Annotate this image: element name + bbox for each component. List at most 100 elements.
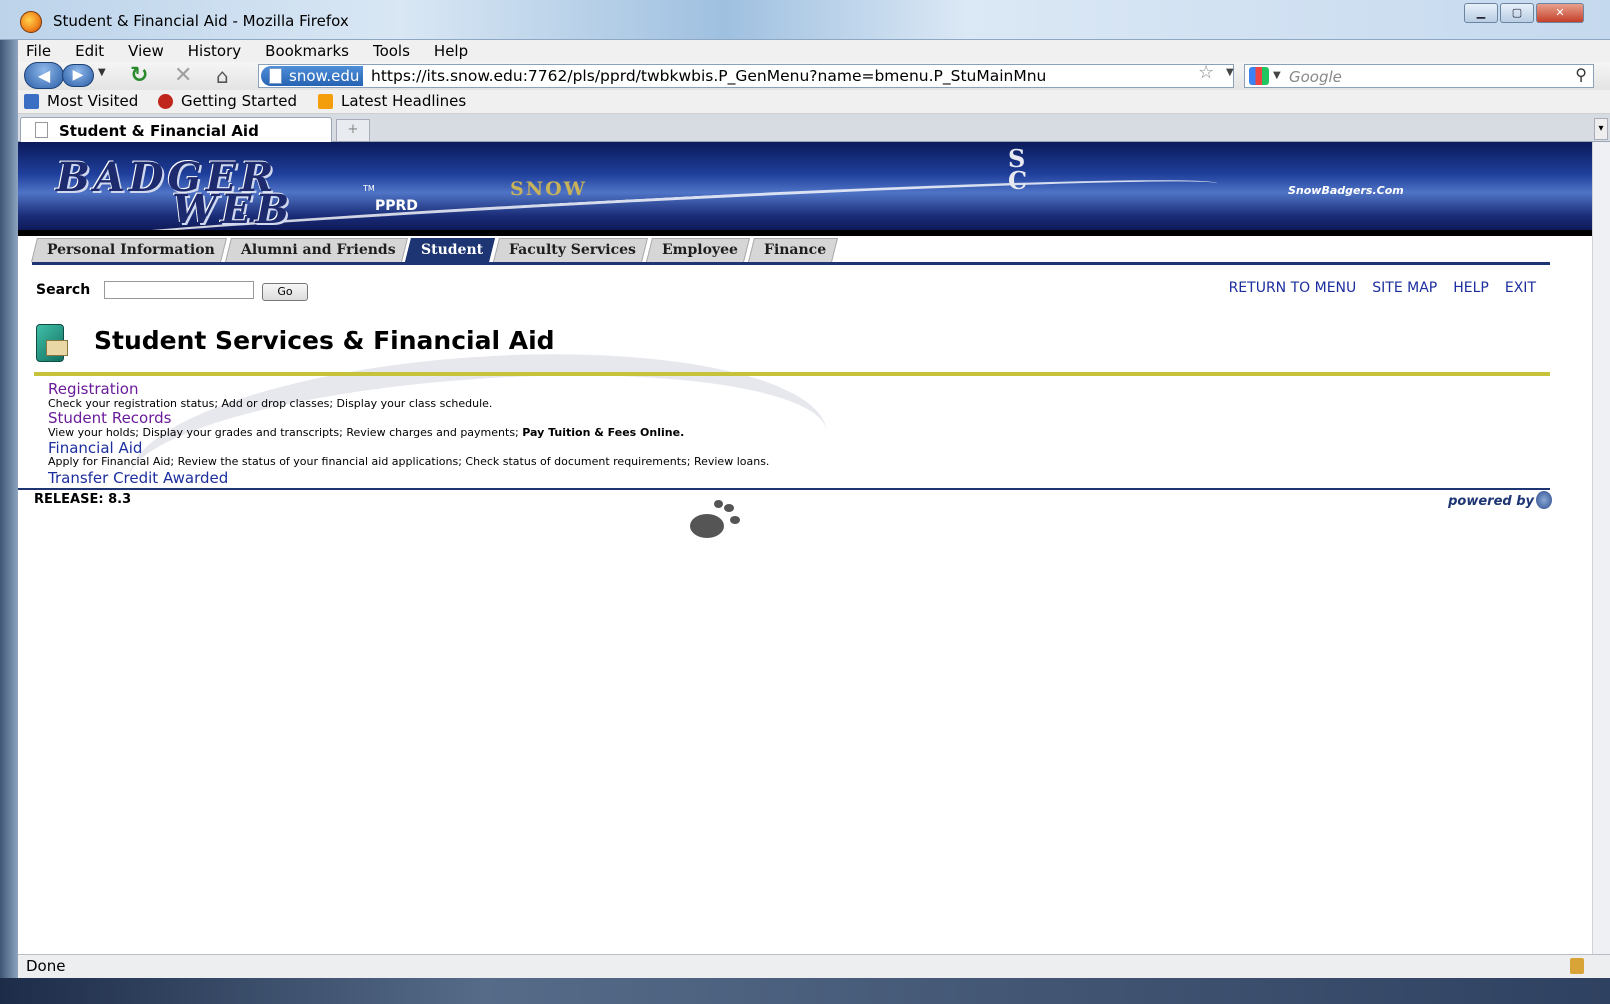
bookmark-latest-headlines[interactable]: Latest Headlines: [318, 92, 466, 110]
tab-finance[interactable]: Finance: [748, 238, 839, 262]
tab-label: Finance: [764, 242, 827, 258]
site-identity-button[interactable]: snow.edu: [261, 66, 364, 86]
bookmarks-toolbar: Most Visited Getting Started Latest Head…: [18, 90, 1610, 114]
sungard-logo-icon: [1536, 491, 1552, 509]
bookmark-label: Getting Started: [181, 92, 297, 110]
site-identity-label: snow.edu: [289, 67, 360, 85]
paw-toe: [724, 504, 734, 512]
home-icon[interactable]: ⌂: [216, 64, 229, 88]
snow-logo: SNOW: [510, 178, 587, 200]
tab-personal-information[interactable]: Personal Information: [31, 238, 227, 262]
tab-label: Employee: [662, 242, 739, 258]
window-left-edge: [0, 40, 18, 978]
engine-dropdown-icon[interactable]: ▼: [1273, 70, 1281, 81]
snowbadgers-link[interactable]: SnowBadgers.Com: [1288, 184, 1404, 197]
tab-faculty-services[interactable]: Faculty Services: [493, 238, 649, 262]
sc-logo-c: C: [1008, 166, 1028, 195]
desktop-taskbar-strip: [0, 978, 1610, 1004]
paw-toe: [714, 500, 723, 508]
tab-label: Personal Information: [47, 242, 215, 258]
status-bar: Done: [18, 954, 1610, 978]
page-title: Student Services & Financial Aid: [94, 326, 555, 355]
window-controls: ▁ ▢ ✕: [1462, 3, 1584, 23]
bookmark-getting-started[interactable]: Getting Started: [158, 92, 297, 110]
paw-print-icon: [678, 500, 748, 544]
pay-tuition-text: Pay Tuition & Fees Online.: [522, 426, 685, 439]
browser-window: Student & Financial Aid - Mozilla Firefo…: [0, 0, 1610, 1004]
url-text[interactable]: https://its.snow.edu:7762/pls/pprd/twbkw…: [371, 66, 1046, 86]
exit-link[interactable]: EXIT: [1505, 280, 1536, 296]
search-label: Search: [36, 282, 91, 298]
menu-view[interactable]: View: [120, 40, 164, 62]
footer-rule: [18, 488, 1550, 490]
menu-bar: File Edit View History Bookmarks Tools H…: [18, 40, 1610, 62]
search-icon[interactable]: ⚲: [1575, 65, 1587, 84]
release-label: RELEASE: 8.3: [34, 492, 132, 507]
environment-label: PPRD: [375, 198, 418, 214]
vertical-scrollbar[interactable]: [1592, 142, 1610, 954]
close-button[interactable]: ✕: [1536, 3, 1584, 23]
window-title: Student & Financial Aid - Mozilla Firefo…: [53, 12, 349, 30]
help-link[interactable]: HELP: [1453, 280, 1489, 296]
registration-link[interactable]: Registration: [48, 380, 138, 398]
menu-history[interactable]: History: [180, 40, 241, 62]
tab-label: Student: [421, 242, 484, 258]
minimize-button[interactable]: ▁: [1464, 3, 1498, 23]
student-records-link[interactable]: Student Records: [48, 409, 171, 427]
tab-bar: Student & Financial Aid + ▾: [18, 114, 1610, 142]
sc-logo: S C: [1008, 147, 1028, 195]
tab-label: Alumni and Friends: [240, 242, 396, 258]
banner-bottom-bar: [18, 230, 1592, 236]
trademark: TM: [363, 184, 375, 193]
lock-icon[interactable]: [1570, 958, 1584, 974]
menu-tools[interactable]: Tools: [365, 40, 410, 62]
section-tabs: Personal Information Alumni and Friends …: [31, 238, 839, 264]
status-text: Done: [26, 957, 66, 975]
transfer-credit-link[interactable]: Transfer Credit Awarded: [48, 469, 228, 487]
bookmark-label: Most Visited: [47, 92, 139, 110]
title-bar: Student & Financial Aid - Mozilla Firefo…: [0, 0, 1610, 40]
reload-icon[interactable]: ↻: [130, 63, 148, 88]
page-icon: [269, 68, 282, 84]
bookmark-most-visited[interactable]: Most Visited: [24, 92, 138, 110]
site-map-link[interactable]: SITE MAP: [1372, 280, 1437, 296]
tab-employee[interactable]: Employee: [646, 238, 751, 262]
menu-help[interactable]: Help: [426, 40, 468, 62]
tab-alumni-and-friends[interactable]: Alumni and Friends: [224, 238, 408, 262]
bookmark-star-icon[interactable]: ☆: [1198, 62, 1214, 83]
new-tab-button[interactable]: +: [336, 119, 370, 141]
menu-bookmarks[interactable]: Bookmarks: [257, 40, 349, 62]
top-links: RETURN TO MENU SITE MAP HELP EXIT: [1213, 280, 1536, 296]
file-cabinet-icon: [36, 318, 70, 364]
tab-student-financial-aid[interactable]: Student & Financial Aid: [20, 117, 332, 142]
go-button[interactable]: Go: [262, 283, 308, 301]
url-bar[interactable]: snow.edu https://its.snow.edu:7762/pls/p…: [258, 64, 1234, 88]
search-engine-box[interactable]: ▼ Google ⚲: [1244, 64, 1594, 88]
page-content: BADGER WEB TM PPRD SNOW S C SnowBadgers.…: [18, 142, 1592, 954]
tab-label: Student & Financial Aid: [59, 122, 259, 140]
url-dropdown-icon[interactable]: ▼: [1226, 67, 1234, 78]
cabinet-drawer: [46, 340, 68, 356]
back-button[interactable]: ◀: [24, 62, 64, 89]
menu-edit[interactable]: Edit: [67, 40, 104, 62]
paw-pad: [690, 514, 724, 538]
badgerweb-banner: BADGER WEB TM PPRD SNOW S C SnowBadgers.…: [18, 142, 1592, 262]
navigation-toolbar: ◀ ▶ ▼ ↻ ✕ ⌂ snow.edu https://its.snow.ed…: [18, 62, 1610, 90]
maximize-button[interactable]: ▢: [1500, 3, 1534, 23]
most-visited-icon: [24, 93, 39, 109]
stop-icon[interactable]: ✕: [174, 63, 192, 88]
forward-button[interactable]: ▶: [62, 64, 94, 87]
menu-file[interactable]: File: [18, 40, 51, 62]
page-icon: [35, 122, 48, 138]
google-icon[interactable]: [1249, 67, 1269, 85]
tab-underline: [32, 262, 1550, 265]
search-placeholder: Google: [1289, 68, 1342, 86]
tab-list-icon[interactable]: ▾: [1594, 118, 1608, 140]
search-input[interactable]: [104, 281, 254, 299]
student-records-desc: View your holds; Display your grades and…: [48, 426, 684, 439]
tab-student[interactable]: Student: [405, 238, 496, 262]
tab-label: Faculty Services: [509, 242, 637, 258]
history-dropdown-icon[interactable]: ▼: [98, 67, 106, 78]
title-rule: [34, 372, 1550, 376]
return-to-menu-link[interactable]: RETURN TO MENU: [1229, 280, 1357, 296]
